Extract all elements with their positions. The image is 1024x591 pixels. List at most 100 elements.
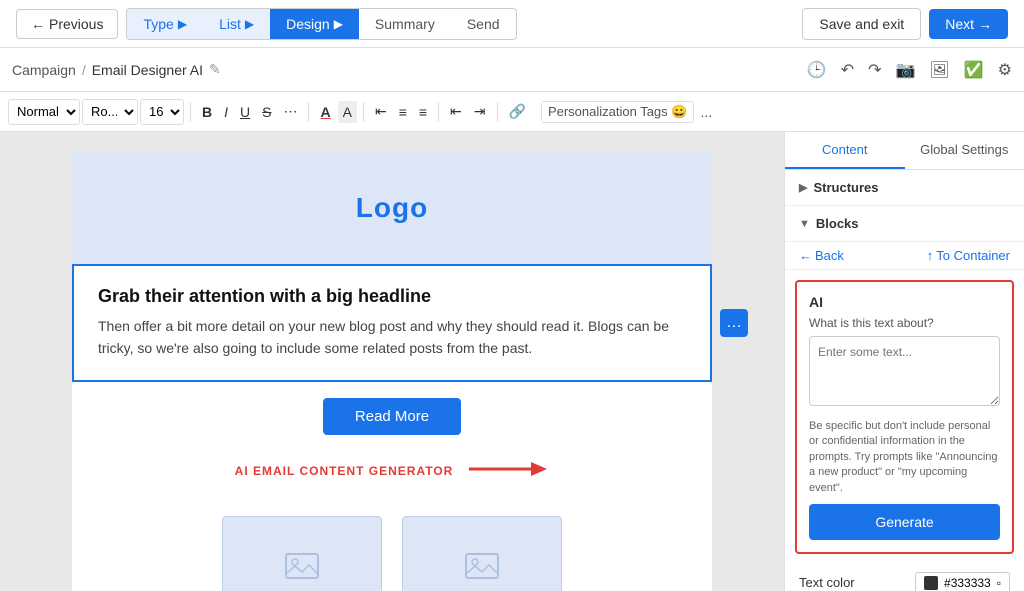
top-nav-right: Save and exit Next →: [802, 8, 1008, 40]
up-arrow-icon: ↑: [927, 248, 934, 263]
toolbar-divider-3: [363, 102, 364, 122]
ai-email-label: AI EMAIL CONTENT GENERATOR: [235, 464, 454, 478]
second-bar-icons: 🕒 ↶ ↷ 📷 🖼 ✅ ⚙: [807, 60, 1012, 80]
blocks-header[interactable]: ▼ Blocks: [799, 216, 1010, 231]
size-select[interactable]: 16: [140, 99, 184, 125]
block-menu-button[interactable]: …: [720, 309, 748, 337]
clock-icon[interactable]: 🕒: [807, 60, 827, 80]
email-container: Logo Grab their attention with a big hea…: [72, 152, 712, 591]
italic-button[interactable]: I: [219, 101, 233, 123]
panel-tabs: Content Global Settings: [785, 132, 1024, 170]
more-format-button[interactable]: ⋯: [278, 100, 302, 123]
undo-icon[interactable]: ↶: [841, 60, 854, 80]
toolbar-divider-1: [190, 102, 191, 122]
settings-icon[interactable]: ⚙: [998, 60, 1012, 80]
personalization-tags[interactable]: Personalization Tags 😀: [541, 101, 695, 123]
back-link[interactable]: ← Back: [799, 248, 844, 263]
right-arrow-icon: [469, 455, 549, 488]
to-container-link[interactable]: ↑ To Container: [927, 248, 1010, 263]
text-color-value: #333333: [944, 576, 991, 590]
structures-label: Structures: [813, 180, 878, 195]
previous-label: Previous: [49, 16, 103, 32]
main-area: Logo Grab their attention with a big hea…: [0, 132, 1024, 591]
ai-hint: Be specific but don't include personal o…: [809, 419, 1000, 496]
content-block[interactable]: Grab their attention with a big headline…: [72, 264, 712, 382]
structures-header[interactable]: ▶ Structures: [799, 180, 1010, 195]
image-icon[interactable]: 📷: [896, 60, 916, 80]
breadcrumb-separator: /: [82, 62, 86, 78]
panel-body: ▶ Structures ▼ Blocks ← Back ↑ T: [785, 170, 1024, 591]
headline-text: Grab their attention with a big headline: [98, 286, 686, 307]
bold-button[interactable]: B: [197, 101, 217, 123]
breadcrumb: Campaign / Email Designer AI ✎: [12, 61, 221, 78]
blocks-section: ▼ Blocks: [785, 206, 1024, 242]
save-exit-button[interactable]: Save and exit: [802, 8, 921, 40]
edit-icon[interactable]: ✎: [209, 61, 221, 78]
text-color-row: Text color #333333 ▫: [785, 564, 1024, 591]
structures-section: ▶ Structures: [785, 170, 1024, 206]
logo-text: Logo: [356, 192, 428, 223]
generate-button[interactable]: Generate: [809, 504, 1000, 540]
toolbar-divider-5: [497, 102, 498, 122]
step-pills: Type ▶ List ▶ Design ▶ Summary Send: [126, 8, 516, 40]
strikethrough-button[interactable]: S: [257, 101, 276, 123]
breadcrumb-current: Email Designer AI: [92, 62, 203, 78]
next-button[interactable]: Next →: [929, 9, 1008, 39]
body-text: Then offer a bit more detail on your new…: [98, 315, 686, 360]
read-more-block: Read More: [72, 382, 712, 451]
content-wrapper: Grab their attention with a big headline…: [72, 264, 712, 382]
step-type[interactable]: Type ▶: [127, 9, 203, 39]
back-arrow-icon: ←: [799, 248, 812, 263]
second-bar: Campaign / Email Designer AI ✎ 🕒 ↶ ↷ 📷 🖼…: [0, 48, 1024, 92]
blocks-label: Blocks: [816, 216, 859, 231]
style-select[interactable]: Normal: [8, 99, 80, 125]
text-color-label: Text color: [799, 575, 855, 590]
prev-arrow-icon: ←: [31, 16, 45, 32]
font-bg-button[interactable]: A: [338, 101, 357, 123]
image-placeholder-2: [402, 516, 562, 591]
align-left-button[interactable]: ⇤: [370, 100, 392, 123]
ai-question: What is this text about?: [809, 316, 1000, 330]
step-list-arrow: ▶: [245, 17, 254, 31]
top-nav: ← Previous Type ▶ List ▶ Design ▶ Summar…: [0, 0, 1024, 48]
images-row: [72, 500, 712, 591]
breadcrumb-campaign: Campaign: [12, 62, 76, 78]
underline-button[interactable]: U: [235, 101, 255, 123]
link-button[interactable]: 🔗: [504, 100, 531, 123]
read-more-button[interactable]: Read More: [323, 398, 461, 435]
next-arrow-icon: →: [978, 16, 992, 32]
tab-global-settings[interactable]: Global Settings: [905, 132, 1024, 169]
ai-title: AI: [809, 294, 1000, 310]
previous-button[interactable]: ← Previous: [16, 9, 118, 39]
indent-increase-button[interactable]: ⇥: [469, 100, 491, 123]
ai-box: AI What is this text about? Be specific …: [795, 280, 1014, 554]
back-to-container-row: ← Back ↑ To Container: [785, 242, 1024, 270]
step-design-arrow: ▶: [334, 17, 343, 31]
tab-content[interactable]: Content: [785, 132, 905, 169]
list-ol-button[interactable]: ≡: [414, 101, 432, 123]
canvas: Logo Grab their attention with a big hea…: [0, 132, 784, 591]
step-type-arrow: ▶: [178, 17, 187, 31]
indent-decrease-button[interactable]: ⇤: [445, 100, 467, 123]
text-color-badge[interactable]: #333333 ▫: [915, 572, 1010, 591]
structures-collapse-icon: ▶: [799, 181, 807, 194]
font-select[interactable]: Ro...: [82, 99, 138, 125]
list-ul-button[interactable]: ≡: [394, 101, 412, 123]
font-color-button[interactable]: A: [315, 101, 335, 123]
ai-input[interactable]: [809, 336, 1000, 406]
photo-icon[interactable]: 🖼: [929, 60, 949, 80]
step-summary[interactable]: Summary: [359, 9, 451, 39]
toolbar-divider-4: [438, 102, 439, 122]
step-list[interactable]: List ▶: [203, 9, 270, 39]
text-color-swatch: [924, 576, 938, 590]
right-panel: Content Global Settings ▶ Structures ▼ B…: [784, 132, 1024, 591]
check-icon[interactable]: ✅: [964, 60, 984, 80]
redo-icon[interactable]: ↷: [868, 60, 881, 80]
step-design[interactable]: Design ▶: [270, 9, 359, 39]
ai-label-row: AI EMAIL CONTENT GENERATOR: [72, 451, 712, 500]
step-send[interactable]: Send: [451, 9, 516, 39]
toolbar-more-button[interactable]: ...: [696, 104, 716, 120]
blocks-collapse-icon: ▼: [799, 218, 810, 230]
image-placeholder-1: [222, 516, 382, 591]
emoji-icon: 😀: [671, 104, 687, 119]
